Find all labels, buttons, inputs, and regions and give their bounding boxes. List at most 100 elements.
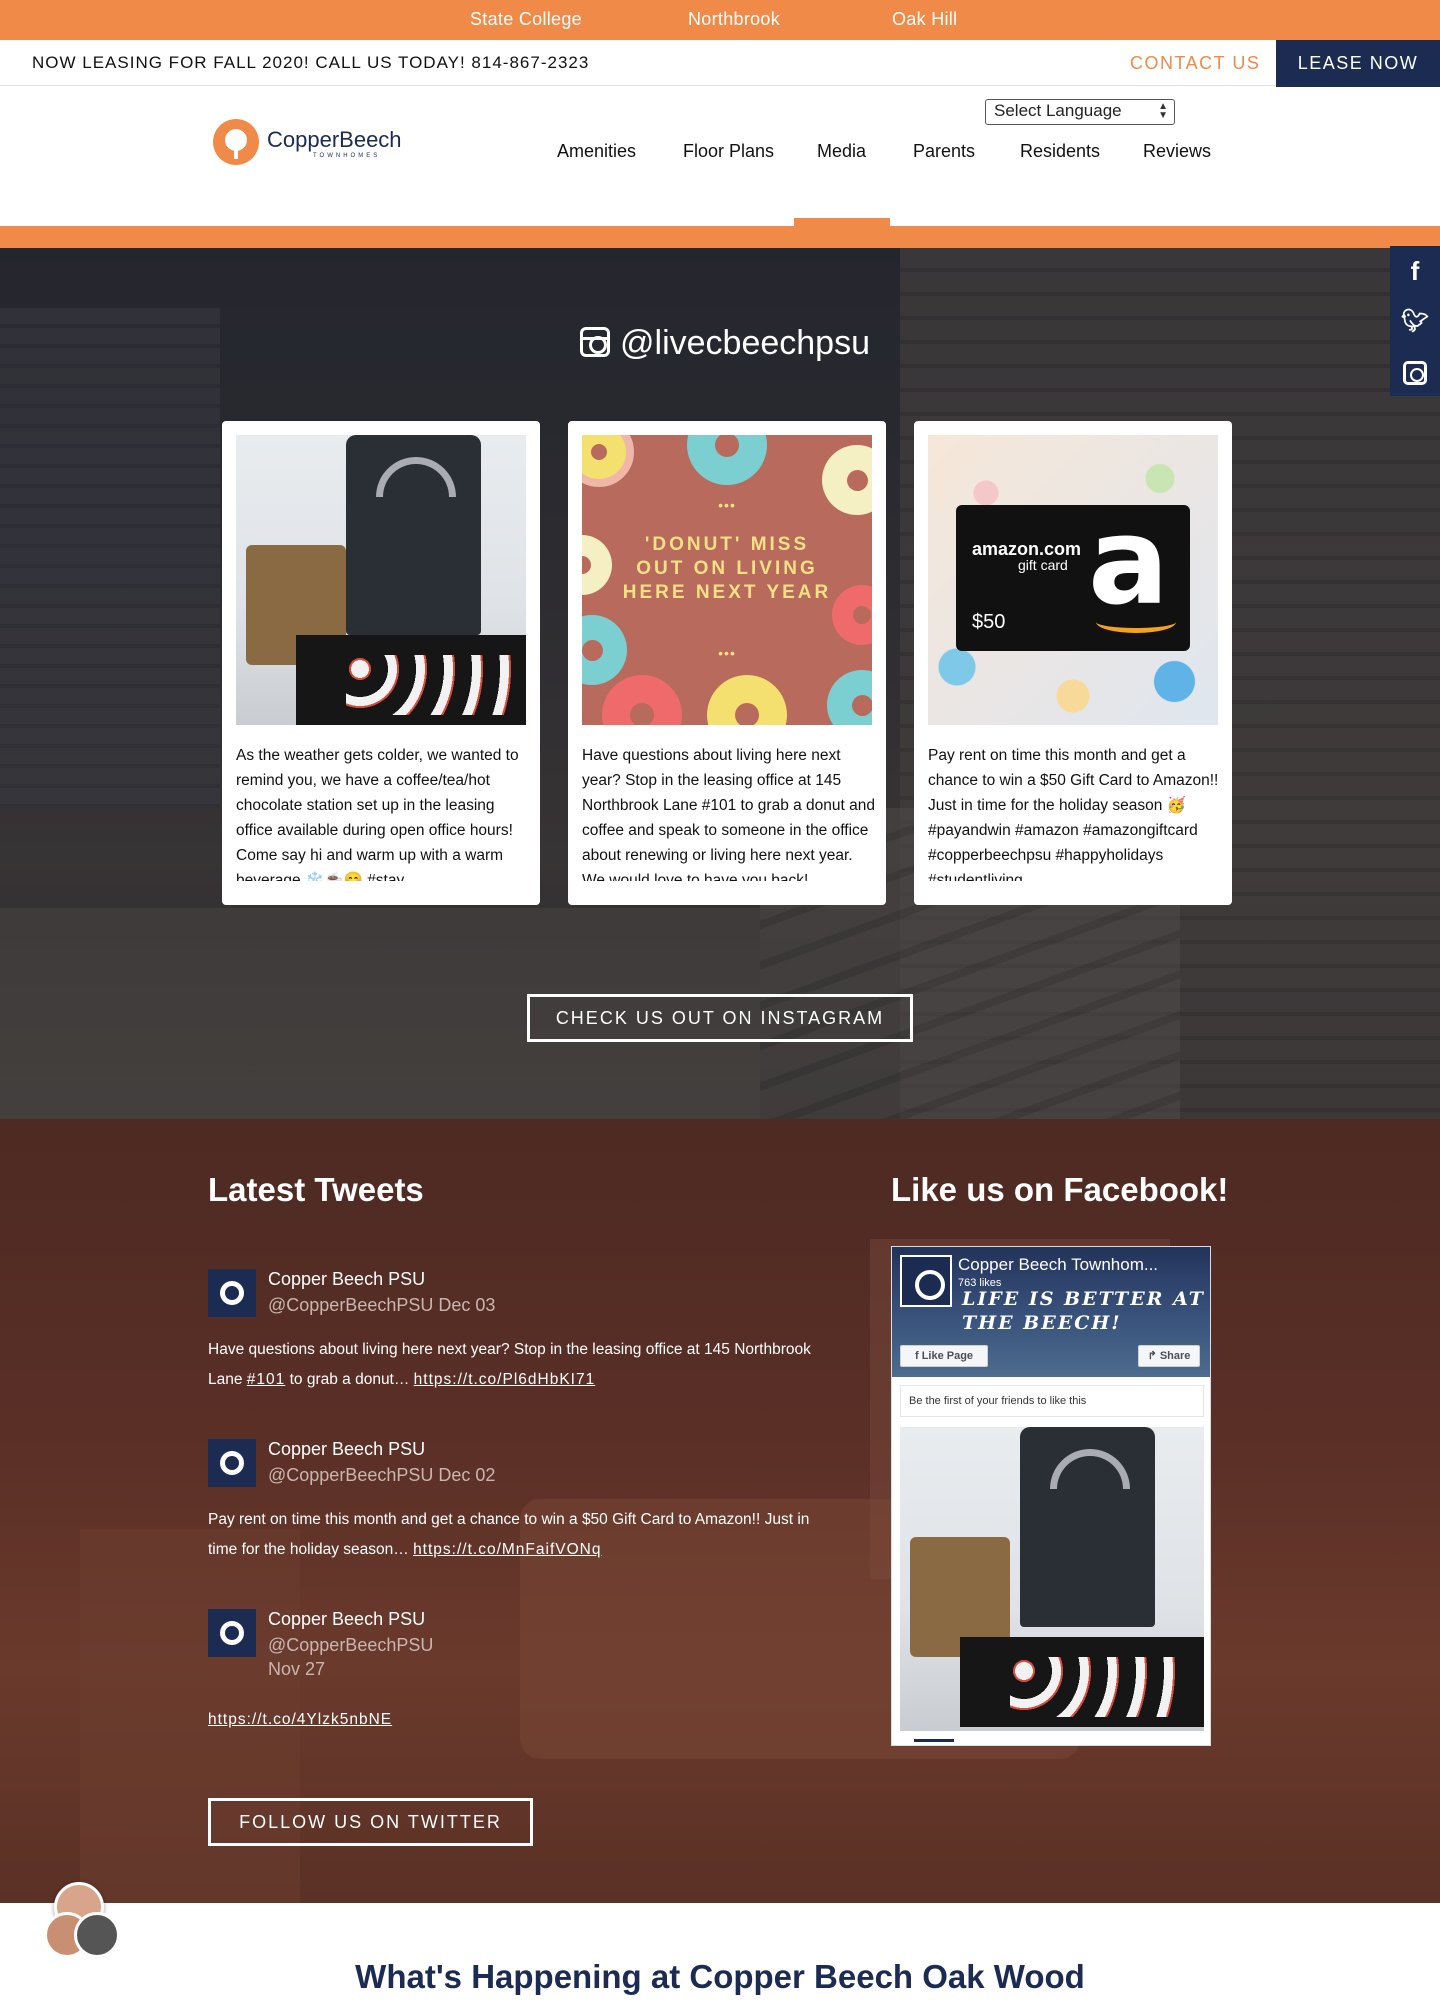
instagram-handle-text: @livecbeechpsu xyxy=(620,324,870,362)
avatar[interactable] xyxy=(208,1269,256,1317)
amazon-gift-card-photo: amazon.com gift card a $50 xyxy=(928,435,1218,725)
avatar xyxy=(74,1912,120,1958)
location-link-oak-hill[interactable]: Oak Hill xyxy=(892,9,957,30)
tweet-link[interactable]: https://t.co/MnFaifVONq xyxy=(413,1541,601,1558)
contact-us-link[interactable]: CONTACT US xyxy=(1130,53,1260,74)
tweet-author-name[interactable]: Copper Beech PSU xyxy=(268,1269,425,1290)
instagram-handle[interactable]: @livecbeechpsu xyxy=(580,324,870,363)
donut-shape xyxy=(582,535,612,595)
nav-parents[interactable]: Parents xyxy=(913,141,975,162)
post-caption: Have questions about living here next ye… xyxy=(582,747,876,881)
logo-stem xyxy=(234,143,238,159)
facebook-page-logo[interactable] xyxy=(900,1255,952,1307)
amazon-smile-icon xyxy=(1096,611,1176,633)
nav-media[interactable]: Media xyxy=(817,141,866,162)
facebook-title: Like us on Facebook! xyxy=(891,1171,1229,1208)
twitter-follow-button[interactable]: FOLLOW US ON TWITTER xyxy=(208,1798,533,1846)
tweet-link[interactable]: https://t.co/4Ylzk5nbNE xyxy=(208,1711,392,1728)
instagram-post-card[interactable]: As the weather gets colder, we wanted to… xyxy=(222,421,540,905)
instagram-post-card[interactable]: ••• 'DONUT' MISS OUT ON LIVING HERE NEXT… xyxy=(568,421,886,905)
tweet-author-handle[interactable]: @CopperBeechPSU xyxy=(268,1635,433,1656)
donut-shape xyxy=(582,615,627,685)
coffee-pods-shape xyxy=(1010,1657,1180,1717)
tweets-title: Latest Tweets xyxy=(208,1171,424,1208)
donut-shape xyxy=(827,670,872,725)
friends-like-text: Be the first of your friends to like thi… xyxy=(900,1385,1204,1417)
nav-amenities[interactable]: Amenities xyxy=(557,141,636,162)
nav-reviews[interactable]: Reviews xyxy=(1143,141,1211,162)
tweet-date: Nov 27 xyxy=(268,1659,326,1679)
instagram-button[interactable]: CHECK US OUT ON INSTAGRAM xyxy=(527,994,913,1042)
language-select[interactable]: Select Language ▲ ▼ xyxy=(985,99,1175,125)
tweet-handle[interactable]: @CopperBeechPSU xyxy=(268,1295,433,1315)
coffee-pods-shape xyxy=(346,655,516,715)
lease-now-button[interactable]: LEASE NOW xyxy=(1276,40,1440,87)
tweet-date: Dec 03 xyxy=(438,1295,496,1315)
gift-card: amazon.com gift card a $50 xyxy=(956,493,1190,651)
tweet-body: https://t.co/4Ylzk5nbNE xyxy=(208,1705,838,1735)
facebook-cover[interactable]: Copper Beech Townhom... 763 likes LIFE I… xyxy=(892,1247,1210,1377)
instagram-section: @livecbeechpsu As the weather gets colde… xyxy=(0,248,1440,1119)
gift-card-amount: $50 xyxy=(972,611,1006,633)
tweet-author-name[interactable]: Copper Beech PSU xyxy=(268,1439,425,1460)
share-label: Share xyxy=(1159,1350,1191,1362)
facebook-post-photo[interactable] xyxy=(900,1427,1204,1731)
coffee-station-photo xyxy=(236,435,526,725)
scroll-indicator xyxy=(914,1739,954,1742)
whats-happening-title: What's Happening at Copper Beech Oak Woo… xyxy=(355,1958,1085,1995)
language-select-value: Select Language xyxy=(994,101,1122,120)
dots-decoration: ••• xyxy=(718,497,736,513)
donut-shape xyxy=(832,585,872,645)
cover-slogan: LIFE IS BETTER AT THE BEECH! xyxy=(962,1288,1205,1334)
announcement-bar: NOW LEASING FOR FALL 2020! CALL US TODAY… xyxy=(0,40,1440,87)
tweet-text: to grab a donut… xyxy=(285,1371,414,1388)
donut-shape xyxy=(822,445,872,515)
nav-residents[interactable]: Residents xyxy=(1020,141,1100,162)
like-page-button[interactable]: f Like Page xyxy=(900,1345,988,1367)
location-link-state-college[interactable]: State College xyxy=(470,9,582,30)
tweet-date: Dec 02 xyxy=(438,1465,496,1485)
header-divider xyxy=(0,226,1440,248)
location-bar: State College Northbrook Oak Hill xyxy=(0,0,1440,40)
post-caption: As the weather gets colder, we wanted to… xyxy=(236,747,519,881)
logo-text: CopperBeech xyxy=(267,127,402,152)
tweet-author-handle: @CopperBeechPSU Dec 03 xyxy=(268,1295,495,1316)
tweet-author-name[interactable]: Copper Beech PSU xyxy=(268,1609,425,1630)
like-page-label: Like Page xyxy=(921,1350,974,1362)
dots-decoration: ••• xyxy=(718,645,736,661)
tweet-hashtag-link[interactable]: #101 xyxy=(247,1371,285,1388)
tweet-author-handle: @CopperBeechPSU Dec 02 xyxy=(268,1465,495,1486)
facebook-page-widget[interactable]: Copper Beech Townhom... 763 likes LIFE I… xyxy=(891,1246,1211,1746)
donut-shape xyxy=(707,675,787,725)
social-sidebar: f 🐦︎ xyxy=(1390,246,1440,396)
post-caption: Pay rent on time this month and get a ch… xyxy=(928,747,1219,881)
twitter-icon[interactable]: 🐦︎ xyxy=(1390,296,1440,346)
avatar[interactable] xyxy=(208,1439,256,1487)
site-logo[interactable]: CopperBeech TOWNHOMES xyxy=(213,117,403,169)
site-header: Select Language ▲ ▼ CopperBeech TOWNHOMES… xyxy=(0,87,1440,226)
tweet-link[interactable]: https://t.co/Pl6dHbKI71 xyxy=(414,1371,596,1388)
facebook-icon: f xyxy=(914,1350,922,1362)
share-button[interactable]: ↱ Share xyxy=(1138,1345,1200,1367)
facebook-icon[interactable]: f xyxy=(1390,246,1440,296)
gift-card-sub: gift card xyxy=(1018,557,1068,573)
donut-shape xyxy=(602,675,682,725)
select-arrows-icon: ▲ ▼ xyxy=(1158,101,1168,121)
donut-shape xyxy=(687,435,767,485)
donut-image-text: 'DONUT' MISS OUT ON LIVING HERE NEXT YEA… xyxy=(622,534,832,603)
instagram-post-card[interactable]: amazon.com gift card a $50 Pay rent on t… xyxy=(914,421,1232,905)
location-link-northbrook[interactable]: Northbrook xyxy=(688,9,780,30)
logo-subtext: TOWNHOMES xyxy=(313,153,381,159)
instagram-icon[interactable] xyxy=(1390,346,1440,396)
nav-floor-plans[interactable]: Floor Plans xyxy=(683,141,774,162)
tweet-body: Pay rent on time this month and get a ch… xyxy=(208,1505,838,1565)
leasing-announcement: NOW LEASING FOR FALL 2020! CALL US TODAY… xyxy=(32,53,590,72)
social-feeds-section: Latest Tweets Copper Beech PSU @CopperBe… xyxy=(0,1119,1440,1903)
facebook-page-name[interactable]: Copper Beech Townhom... xyxy=(958,1255,1158,1275)
instagram-icon xyxy=(580,327,610,357)
tweet-body: Have questions about living here next ye… xyxy=(208,1335,838,1395)
donut-graphic-photo: ••• 'DONUT' MISS OUT ON LIVING HERE NEXT… xyxy=(582,435,872,725)
avatar[interactable] xyxy=(208,1609,256,1657)
tweet-handle[interactable]: @CopperBeechPSU xyxy=(268,1465,433,1485)
chat-widget[interactable] xyxy=(40,1882,124,1958)
